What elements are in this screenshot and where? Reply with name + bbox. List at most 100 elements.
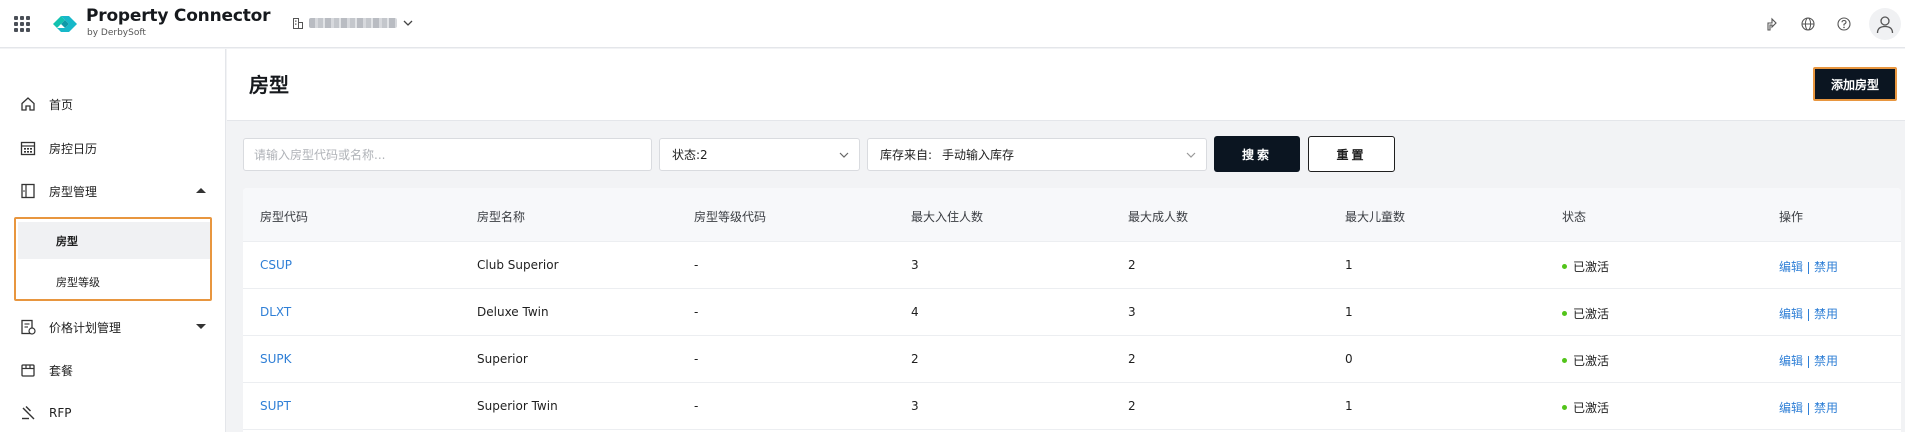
room-type-search-input[interactable] — [243, 138, 652, 171]
sidebar-item-home[interactable]: 首页 — [0, 90, 226, 118]
page-title: 房型 — [249, 73, 289, 97]
sidebar-item-package[interactable]: 套餐 — [0, 356, 226, 384]
chevron-up-icon — [196, 188, 206, 193]
building-icon — [293, 17, 303, 29]
rfp-icon — [22, 406, 35, 420]
room-name: Superior Twin — [477, 399, 558, 413]
max-adults: 2 — [1128, 352, 1136, 366]
table-row: CSUP Club Superior - 3 2 1 已激活 编辑 禁用 — [243, 242, 1901, 289]
sidebar: 首页 房控日历 房型管理 房型 房型等级 价格计划管理 套餐 RFP — [0, 49, 226, 432]
property-name-redacted — [309, 18, 397, 28]
search-button[interactable]: 搜索 — [1214, 136, 1300, 172]
sidebar-item-calendar[interactable]: 房控日历 — [0, 134, 226, 162]
status-dot-icon — [1562, 358, 1567, 363]
disable-link[interactable]: 禁用 — [1814, 307, 1838, 321]
edit-link[interactable]: 编辑 — [1779, 354, 1803, 368]
sidebar-item-room-type-management[interactable]: 房型管理 — [0, 177, 226, 205]
column-header-name: 房型名称 — [477, 210, 526, 224]
sidebar-item-label: 价格计划管理 — [49, 320, 122, 335]
max-occupancy: 4 — [911, 305, 919, 319]
table-header: 房型代码 房型名称 房型等级代码 最大入住人数 最大成人数 最大儿童数 状态 操… — [243, 188, 1901, 242]
property-selector[interactable] — [293, 13, 413, 33]
status-badge: 已激活 — [1562, 258, 1609, 275]
column-header-max-children: 最大儿童数 — [1345, 210, 1406, 224]
page-header: 房型 添加房型 — [227, 49, 1905, 121]
add-room-type-button[interactable]: 添加房型 — [1813, 67, 1897, 101]
max-adults: 2 — [1128, 258, 1136, 272]
status-badge: 已激活 — [1562, 399, 1609, 416]
table-row: DLXT Deluxe Twin - 4 3 1 已激活 编辑 禁用 — [243, 289, 1901, 336]
row-actions: 编辑 禁用 — [1779, 399, 1838, 416]
room-level-code: - — [694, 305, 699, 319]
sidebar-subitem-room-type[interactable]: 房型 — [18, 222, 210, 259]
sidebar-subitem-label: 房型 — [56, 234, 78, 248]
status-text: 已激活 — [1573, 354, 1610, 368]
room-name: Deluxe Twin — [477, 305, 549, 319]
max-adults: 2 — [1128, 399, 1136, 413]
share-icon[interactable] — [1765, 17, 1779, 31]
logo-icon — [53, 16, 77, 32]
user-avatar[interactable] — [1869, 8, 1901, 40]
disable-link[interactable]: 禁用 — [1814, 354, 1838, 368]
package-icon — [21, 364, 35, 377]
help-icon[interactable] — [1837, 17, 1851, 31]
column-header-code: 房型代码 — [260, 210, 309, 224]
max-children: 1 — [1345, 399, 1353, 413]
max-children: 1 — [1345, 258, 1353, 272]
room-code-link[interactable]: SUPK — [260, 352, 292, 366]
room-name: Club Superior — [477, 258, 559, 272]
max-occupancy: 3 — [911, 399, 919, 413]
inventory-select-label: 库存来自: — [880, 148, 933, 162]
max-occupancy: 2 — [911, 352, 919, 366]
app-subtitle: by DerbySoft — [87, 28, 146, 38]
sidebar-item-rfp[interactable]: RFP — [0, 399, 226, 427]
reset-button[interactable]: 重置 — [1308, 136, 1395, 172]
row-actions: 编辑 禁用 — [1779, 305, 1838, 322]
status-badge: 已激活 — [1562, 352, 1609, 369]
table-row: SUPT Superior Twin - 3 2 1 已激活 编辑 禁用 — [243, 383, 1901, 430]
sidebar-item-label: 首页 — [49, 97, 74, 112]
sidebar-item-rate-plan-management[interactable]: 价格计划管理 — [0, 313, 226, 341]
max-adults: 3 — [1128, 305, 1136, 319]
row-actions: 编辑 禁用 — [1779, 258, 1838, 275]
status-text: 已激活 — [1573, 260, 1610, 274]
edit-link[interactable]: 编辑 — [1779, 401, 1803, 415]
column-header-max-occupancy: 最大入住人数 — [911, 210, 984, 224]
chevron-down-icon — [839, 152, 849, 158]
top-bar: Property Connector by DerbySoft — [0, 0, 1905, 48]
edit-link[interactable]: 编辑 — [1779, 260, 1803, 274]
room-code-link[interactable]: CSUP — [260, 258, 292, 272]
chevron-down-icon — [196, 324, 206, 329]
apps-grid-icon[interactable] — [14, 16, 30, 32]
room-level-code: - — [694, 258, 699, 272]
status-dot-icon — [1562, 264, 1567, 269]
globe-icon[interactable] — [1801, 17, 1815, 31]
table-row: SUPK Superior - 2 2 0 已激活 编辑 禁用 — [243, 336, 1901, 383]
sidebar-item-label: 房型管理 — [49, 184, 98, 199]
column-header-max-adults: 最大成人数 — [1128, 210, 1189, 224]
status-select-value: 2 — [700, 147, 708, 162]
status-select-label: 状态: — [672, 148, 701, 162]
room-type-table: 房型代码 房型名称 房型等级代码 最大入住人数 最大成人数 最大儿童数 状态 操… — [243, 188, 1901, 432]
inventory-source-select[interactable]: 库存来自: 手动输入库存 — [867, 138, 1207, 171]
chevron-down-icon — [1186, 152, 1196, 158]
room-name: Superior — [477, 352, 528, 366]
status-dot-icon — [1562, 405, 1567, 410]
sidebar-subitem-label: 房型等级 — [56, 275, 100, 289]
row-actions: 编辑 禁用 — [1779, 352, 1838, 369]
max-occupancy: 3 — [911, 258, 919, 272]
status-text: 已激活 — [1573, 307, 1610, 321]
room-level-code: - — [694, 352, 699, 366]
room-code-link[interactable]: DLXT — [260, 305, 291, 319]
sidebar-subitem-room-level[interactable]: 房型等级 — [18, 263, 210, 300]
room-type-icon — [21, 183, 35, 199]
room-code-link[interactable]: SUPT — [260, 399, 291, 413]
disable-link[interactable]: 禁用 — [1814, 260, 1838, 274]
column-header-status: 状态 — [1562, 210, 1587, 224]
edit-link[interactable]: 编辑 — [1779, 307, 1803, 321]
calendar-icon — [20, 141, 36, 156]
max-children: 0 — [1345, 352, 1353, 366]
disable-link[interactable]: 禁用 — [1814, 401, 1838, 415]
app-title: Property Connector — [86, 6, 271, 26]
status-select[interactable]: 状态: 2 — [659, 138, 860, 171]
